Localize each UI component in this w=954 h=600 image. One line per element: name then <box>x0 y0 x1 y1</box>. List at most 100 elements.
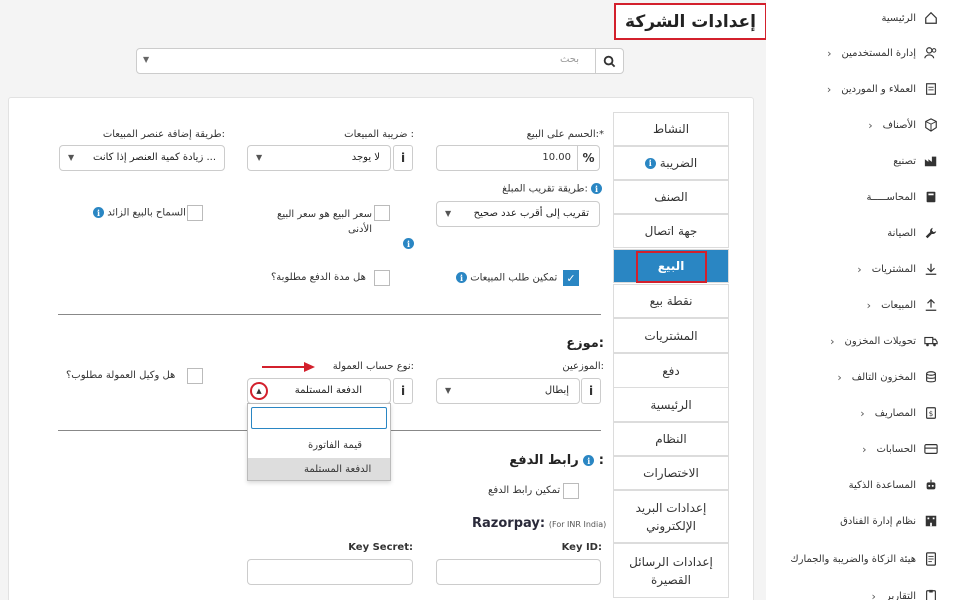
tab-12[interactable]: إعدادات الرسائل القصيرة <box>613 543 729 598</box>
payment-term-label: هل مدة الدفع مطلوبة؟ <box>271 272 366 283</box>
enable-sales-order-checkbox[interactable]: ✓ <box>563 270 579 286</box>
add-item-method-label: طريقة إضافة عنصر المبيعات: <box>102 129 225 140</box>
chevron-icon: › <box>860 406 865 420</box>
sidebar-item-label: تصنيع <box>893 155 916 167</box>
page-title: إعدادات الشركة <box>614 3 767 40</box>
tab-10[interactable]: الاختصارات <box>613 456 729 490</box>
sales-tax-select[interactable]: ▼ لا يوجد <box>247 145 391 171</box>
sidebar-item-download[interactable]: المشتريات › <box>766 251 954 287</box>
percent-icon: % <box>577 146 599 170</box>
tab-11[interactable]: إعدادات البريد الإلكتروني <box>613 490 729 543</box>
search-icon <box>603 55 616 67</box>
document-icon <box>922 550 940 568</box>
home-icon <box>922 9 940 27</box>
info-icon: i <box>456 272 467 283</box>
sidebar-item-label: التقارير <box>885 590 916 600</box>
add-item-method-select[interactable]: ▼ زيادة كمية العنصر إذا كانت ... <box>59 145 225 171</box>
tab-0[interactable]: النشاط <box>613 112 729 146</box>
upload-icon <box>922 296 940 314</box>
key-secret-label: Key Secret: <box>348 542 413 553</box>
info-icon[interactable]: i <box>393 378 413 404</box>
chevron-icon: › <box>826 82 832 96</box>
tab-6[interactable]: المشتريات <box>613 318 729 353</box>
chevron-down-icon: ▼ <box>256 153 263 162</box>
sidebar-item-book[interactable]: المحاســـــة <box>766 179 954 215</box>
chevron-icon: › <box>827 46 832 60</box>
sale-discount-label: الحسم على البيع:* <box>526 129 604 140</box>
min-price-checkbox[interactable] <box>374 205 390 221</box>
payment-term-checkbox[interactable] <box>374 270 390 286</box>
users-icon <box>922 44 940 62</box>
distributor-section-title: موزع: <box>566 336 604 351</box>
info-icon[interactable]: i <box>393 145 413 171</box>
sidebar-item-label: المحاســـــة <box>866 191 917 203</box>
distributors-select[interactable]: ▼ إبطال <box>436 378 580 404</box>
truck-icon <box>922 332 940 350</box>
sidebar-item-wrench[interactable]: الصيانة <box>766 215 954 251</box>
info-icon: i <box>583 455 595 466</box>
sidebar-item-label: الصيانة <box>887 227 916 239</box>
dropdown-option[interactable]: قيمة الفاتورة <box>248 434 390 456</box>
sidebar-item-card[interactable]: الحسابات › <box>766 431 954 467</box>
sidebar-item-label: الرئيسية <box>881 12 916 24</box>
commission-agent-checkbox[interactable] <box>187 368 203 384</box>
sidebar-item-label: المبيعات <box>881 299 916 311</box>
sale-discount-input[interactable]: 10.00 % <box>436 145 600 171</box>
search-bar[interactable]: ▼ بحث <box>136 48 624 74</box>
dropdown-search-input[interactable] <box>251 407 387 429</box>
tab-2[interactable]: الصنف <box>613 180 729 214</box>
tab-9[interactable]: النظام <box>613 422 729 456</box>
sidebar-item-hotel[interactable]: نظام إدارة الفنادق <box>766 503 954 539</box>
contacts-icon <box>922 80 940 98</box>
chevron-up-icon[interactable]: ▲ <box>250 382 268 400</box>
sidebar: الرئيسية إدارة المستخدمين › العملاء و المور… <box>766 0 954 600</box>
commission-type-label: نوع حساب العمولة: <box>332 361 414 372</box>
rounding-method-select[interactable]: ▼ تقريب إلى أقرب عدد صحيح <box>436 201 600 227</box>
factory-icon <box>922 152 940 170</box>
key-secret-input[interactable] <box>247 559 413 585</box>
info-icon[interactable]: i <box>581 378 601 404</box>
commission-type-select[interactable]: الدفعة المستلمة ▲ <box>247 378 391 404</box>
dropdown-option-selected[interactable]: الدفعة المستلمة <box>248 458 390 480</box>
sidebar-item-label: الأصناف <box>882 119 916 131</box>
database-icon <box>922 368 940 386</box>
min-price-label: سعر البيع هو سعر البيع الأدنى <box>277 209 372 235</box>
tab-7[interactable]: دفع <box>613 353 729 388</box>
razorpay-heading: Razorpay: (For INR India) <box>472 516 607 531</box>
card-icon <box>922 440 940 458</box>
tab-1[interactable]: i الضريبة <box>613 146 729 180</box>
sidebar-item-robot[interactable]: المساعدة الذكية <box>766 467 954 503</box>
sidebar-item-database[interactable]: المخزون التالف › <box>766 359 954 395</box>
key-id-input[interactable] <box>436 559 601 585</box>
sidebar-item-label: المصاريف <box>874 407 916 419</box>
tab-5[interactable]: نقطة بيع <box>613 284 729 318</box>
allow-overselling-checkbox[interactable] <box>187 205 203 221</box>
sidebar-item-money[interactable]: $ المصاريف › <box>766 395 954 431</box>
sidebar-item-label: المخزون التالف <box>851 371 916 383</box>
search-button[interactable] <box>595 49 623 73</box>
tab-3[interactable]: جهة اتصال <box>613 214 729 248</box>
sidebar-item-report[interactable]: التقارير › <box>766 578 954 600</box>
search-placeholder: بحث <box>559 54 579 65</box>
info-icon[interactable]: i <box>403 238 414 249</box>
sidebar-item-users[interactable]: إدارة المستخدمين › <box>766 35 954 71</box>
sidebar-item-label: الحسابات <box>876 443 917 455</box>
sidebar-item-truck[interactable]: تحويلات المخزون › <box>766 323 954 359</box>
sidebar-item-upload[interactable]: المبيعات › <box>766 287 954 323</box>
tab-8[interactable]: الرئيسية <box>613 387 729 422</box>
money-icon: $ <box>922 404 940 422</box>
sidebar-item-contacts[interactable]: العملاء و الموردين › <box>766 71 954 107</box>
chevron-icon: › <box>830 334 835 348</box>
payment-link-section-title: رابط الدفع i : <box>509 453 604 468</box>
enable-payment-link-checkbox[interactable] <box>563 483 579 499</box>
tab-4[interactable]: البيع <box>613 249 729 283</box>
sidebar-item-label: تحويلات المخزون <box>844 335 917 347</box>
sidebar-item-document[interactable]: هيئة الزكاة والضريبة والجمارك <box>766 541 954 577</box>
report-icon <box>922 587 940 600</box>
search-dropdown-caret-icon[interactable]: ▼ <box>143 55 149 64</box>
sidebar-item-home[interactable]: الرئيسية <box>766 0 954 36</box>
sidebar-item-factory[interactable]: تصنيع <box>766 143 954 179</box>
chevron-icon: › <box>866 298 872 312</box>
sidebar-item-box[interactable]: الأصناف › <box>766 107 954 143</box>
divider <box>58 314 601 315</box>
